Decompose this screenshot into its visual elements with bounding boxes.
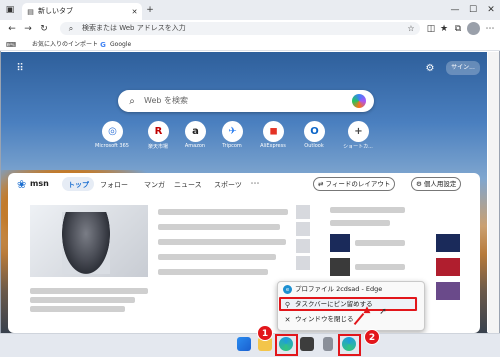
- news-item[interactable]: [158, 269, 268, 275]
- tab-title: 新しいタブ: [38, 7, 73, 15]
- forward-icon[interactable]: →: [22, 23, 34, 35]
- favorites-icon[interactable]: ★: [438, 23, 450, 35]
- nav-news[interactable]: ニュース: [174, 180, 202, 190]
- favorites-import-link[interactable]: お気に入りのインポート: [32, 38, 98, 51]
- back-icon[interactable]: ←: [6, 23, 18, 35]
- market-item[interactable]: [330, 207, 405, 213]
- copilot-icon[interactable]: [352, 94, 366, 108]
- profile-avatar[interactable]: [467, 22, 480, 35]
- market-logo: [330, 234, 350, 252]
- address-placeholder: 検索または Web アドレスを入力: [82, 24, 186, 32]
- headline-blur[interactable]: [30, 297, 135, 303]
- headline-blur[interactable]: [30, 288, 148, 294]
- personal-settings-button[interactable]: ⚙ 個人用設定: [411, 177, 462, 191]
- news-item[interactable]: [158, 239, 286, 245]
- market-item[interactable]: [355, 264, 405, 270]
- news-thumbnail: [296, 205, 310, 219]
- amazon-icon[interactable]: a: [185, 121, 206, 142]
- market-logo: [436, 258, 460, 276]
- arrow-head-icon: ▲: [363, 305, 371, 315]
- pin-highlight-box: [279, 297, 417, 311]
- personal-settings-label: 個人用設定: [423, 180, 457, 188]
- market-logo: [330, 258, 350, 276]
- search-icon: ⌕: [68, 23, 74, 33]
- msn-logo-icon[interactable]: ❀: [17, 178, 26, 191]
- mouse-cursor-icon: ➚: [379, 307, 387, 317]
- market-logo: [436, 234, 460, 252]
- market-item[interactable]: [330, 220, 390, 226]
- app-icon[interactable]: [323, 337, 333, 351]
- import-favorites-icon: ⌨: [5, 40, 17, 49]
- news-thumbnail: [296, 222, 310, 236]
- address-bar[interactable]: 検索または Web アドレスを入力: [60, 22, 420, 35]
- outlook-icon[interactable]: O: [304, 121, 325, 142]
- close-tab-icon[interactable]: ✕: [130, 7, 139, 16]
- add-icon[interactable]: +: [348, 121, 369, 142]
- tab-favicon-icon: ▤: [27, 7, 34, 16]
- signin-button[interactable]: サイン...: [446, 61, 480, 75]
- web-search-placeholder: Web を検索: [144, 96, 188, 105]
- nav-sports[interactable]: スポーツ: [214, 180, 242, 190]
- quick-link-label[interactable]: AliExpress: [251, 143, 295, 149]
- web-search-input[interactable]: Web を検索: [118, 90, 374, 112]
- feed-layout-button[interactable]: ⇄ フィードのレイアウト: [313, 177, 396, 191]
- start-windows-icon[interactable]: [237, 337, 251, 351]
- new-tab-icon[interactable]: +: [145, 5, 155, 15]
- tripcom-icon[interactable]: ✈: [222, 121, 243, 142]
- collections-icon[interactable]: ⧉: [452, 23, 464, 35]
- edge-profile-highlight-box: [338, 334, 361, 356]
- step-badge-1: 1: [257, 325, 273, 341]
- tab-new-tab[interactable]: 新しいタブ: [22, 3, 142, 20]
- hero-person-image: [62, 212, 110, 274]
- news-item[interactable]: [158, 224, 280, 230]
- web-search-icon: ⌕: [129, 95, 135, 107]
- nav-follow[interactable]: フォロー: [100, 180, 128, 190]
- apps-grid-icon[interactable]: ⠿: [14, 62, 26, 74]
- news-item[interactable]: [158, 209, 288, 215]
- quick-link-label[interactable]: Tripcom: [210, 143, 254, 149]
- more-options-icon[interactable]: ⋯: [484, 23, 496, 35]
- headline-blur[interactable]: [30, 306, 125, 312]
- refresh-icon[interactable]: ↻: [38, 23, 50, 35]
- settings-gear-icon[interactable]: ⚙: [424, 62, 436, 74]
- quick-link-label[interactable]: Microsoft 365: [90, 143, 134, 149]
- nav-more-icon[interactable]: ⋯: [250, 179, 260, 189]
- close-icon: ✕: [284, 315, 291, 324]
- scrollbar[interactable]: [488, 52, 499, 333]
- favorites-google-link[interactable]: Google: [110, 38, 131, 51]
- settings-small-icon: ⚙: [416, 180, 422, 188]
- news-thumbnail: [296, 256, 310, 270]
- tab-actions-icon[interactable]: ▣: [4, 4, 16, 16]
- quick-link-label[interactable]: Outlook: [292, 143, 336, 149]
- google-icon: G: [100, 40, 106, 49]
- nav-top[interactable]: トップ: [68, 180, 89, 190]
- store-icon[interactable]: [300, 337, 314, 351]
- aliexpress-icon[interactable]: ◼: [263, 121, 284, 142]
- edge-highlight-box: [275, 334, 298, 356]
- jump-list-header[interactable]: プロファイル 2cdsad - Edge: [280, 283, 382, 296]
- split-screen-icon[interactable]: ◫: [425, 23, 437, 35]
- quick-link-label[interactable]: ショートカ...: [336, 143, 380, 150]
- news-thumbnail: [296, 239, 310, 253]
- maximize-icon[interactable]: ☐: [466, 4, 480, 16]
- market-item[interactable]: [355, 240, 405, 246]
- step-badge-2: 2: [364, 329, 380, 345]
- news-item[interactable]: [158, 254, 276, 260]
- microsoft-365-icon[interactable]: ◎: [102, 121, 123, 142]
- close-window-icon[interactable]: ✕: [484, 4, 498, 16]
- layout-icon: ⇄: [318, 180, 324, 188]
- minimize-icon[interactable]: —: [448, 4, 462, 16]
- msn-logo-text[interactable]: msn: [30, 179, 49, 188]
- market-logo: [436, 282, 460, 300]
- nav-manga[interactable]: マンガ: [144, 180, 165, 190]
- rakuten-icon[interactable]: R: [148, 121, 169, 142]
- feed-layout-label: フィードのレイアウト: [325, 180, 391, 188]
- favorite-star-icon[interactable]: ☆: [405, 23, 417, 34]
